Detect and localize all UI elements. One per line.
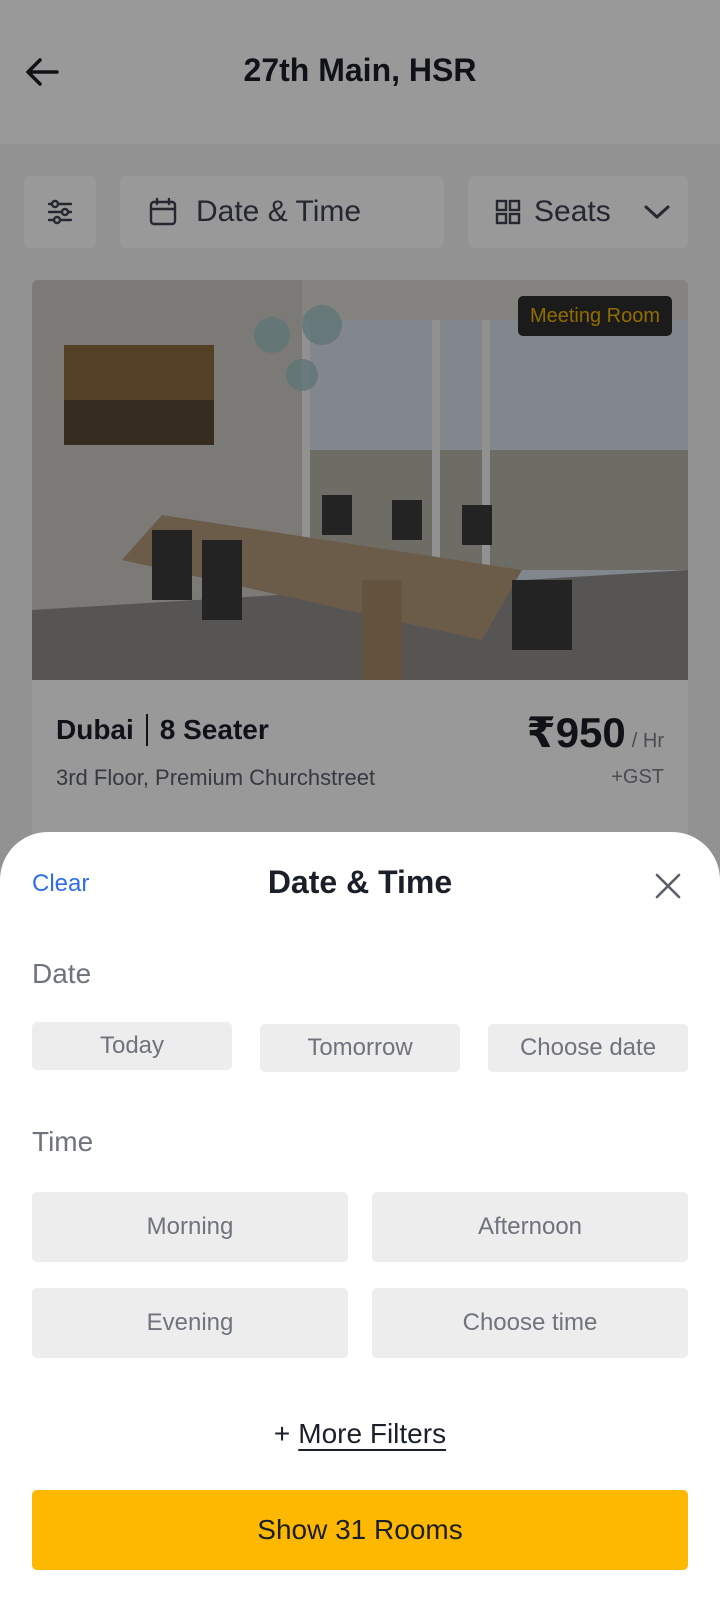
date-section-label: Date [32, 958, 92, 989]
sheet-title: Date & Time [267, 864, 453, 900]
date-option-today[interactable]: Today [32, 1022, 232, 1070]
date-option-choose-date[interactable]: Choose date [488, 1024, 688, 1072]
more-filters-link[interactable]: + More Filters [0, 1418, 720, 1450]
time-section-label: Time [32, 1126, 94, 1157]
time-option-morning[interactable]: Morning [32, 1192, 348, 1262]
more-filters-label: More Filters [298, 1418, 447, 1449]
time-option-afternoon[interactable]: Afternoon [372, 1192, 688, 1262]
close-button[interactable] [648, 866, 688, 906]
more-filters-plus: + [273, 1418, 291, 1449]
time-option-choose-time[interactable]: Choose time [372, 1288, 688, 1358]
date-time-sheet: Clear Date & Time Date Today Tomorrow Ch… [0, 832, 720, 1606]
close-icon [655, 873, 681, 899]
show-rooms-button[interactable]: Show 31 Rooms [32, 1490, 688, 1570]
time-option-evening[interactable]: Evening [32, 1288, 348, 1358]
date-option-tomorrow[interactable]: Tomorrow [260, 1024, 460, 1072]
